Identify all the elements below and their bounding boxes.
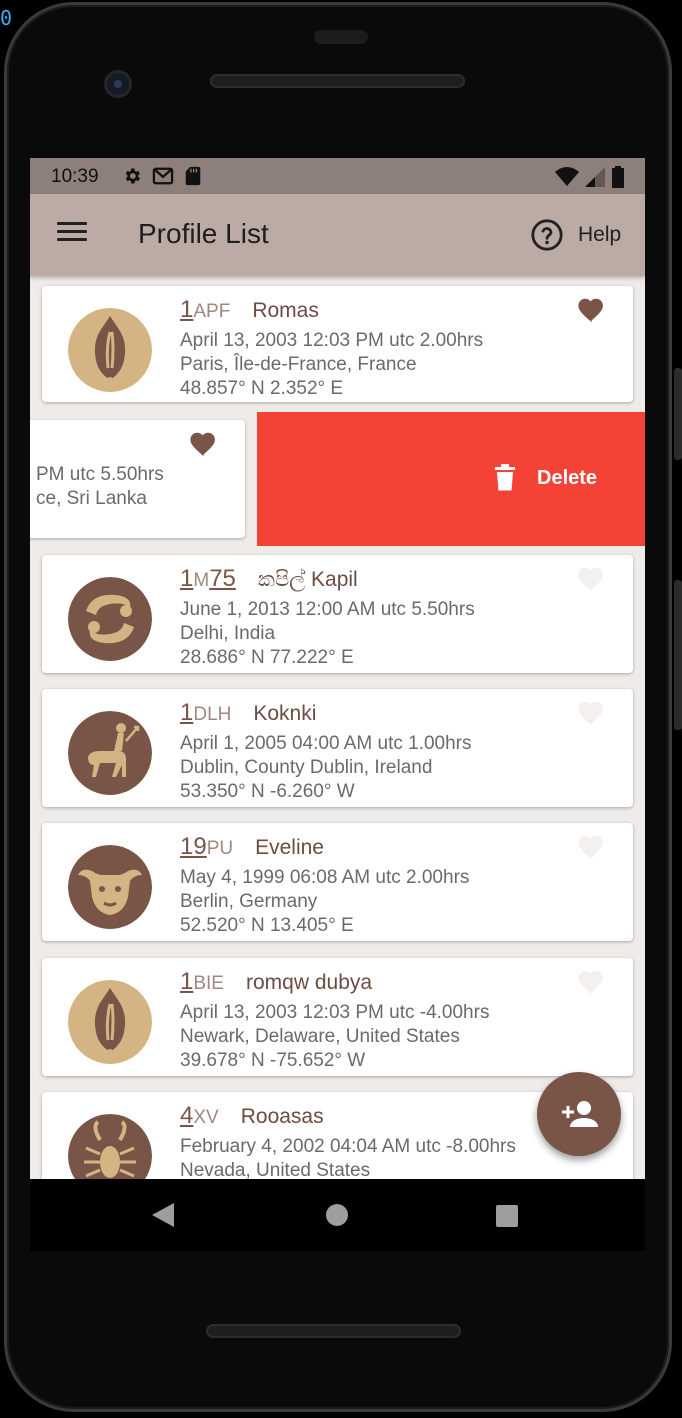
- profile-place: Dublin, County Dublin, Ireland: [180, 757, 433, 778]
- profile-name: කපිල් Kapil: [257, 568, 358, 591]
- profile-code-number[interactable]: 1: [180, 565, 193, 593]
- profile-card[interactable]: 1 BIE romqw dubya April 13, 2003 12:03 P…: [42, 958, 633, 1076]
- scorpio-sign-icon: [68, 1114, 152, 1179]
- corner-glyph: 0: [0, 6, 13, 30]
- profile-code-suffix: DLH: [193, 704, 232, 725]
- front-camera-icon: [104, 70, 132, 98]
- profile-place: Paris, Île-de-France, France: [180, 354, 417, 375]
- profile-code-suffix: M: [193, 570, 210, 591]
- profile-card[interactable]: PM utc 5.50hrs ce, Sri Lanka: [30, 420, 245, 538]
- home-icon[interactable]: [326, 1204, 348, 1226]
- profile-code-number[interactable]: 19: [180, 833, 207, 861]
- profile-place: Newark, Delaware, United States: [180, 1026, 460, 1047]
- profile-name: romqw dubya: [245, 971, 373, 994]
- favorite-heart-icon[interactable]: [187, 428, 221, 458]
- recent-apps-icon[interactable]: [496, 1205, 518, 1227]
- help-button[interactable]: Help: [530, 218, 621, 252]
- profile-code-suffix: XV: [193, 1107, 219, 1128]
- status-time: 10:39: [51, 166, 99, 187]
- swiped-profile-row[interactable]: PM utc 5.50hrs ce, Sri Lanka Delete: [30, 412, 645, 546]
- profile-list[interactable]: 1 APF Romas April 13, 2003 12:03 PM utc …: [30, 276, 645, 1179]
- profile-datetime: February 4, 2002 04:04 AM utc -8.00hrs: [180, 1136, 516, 1157]
- bottom-speaker: [206, 1324, 461, 1338]
- status-bar: 10:39: [30, 158, 645, 194]
- favorite-heart-icon[interactable]: [575, 294, 609, 324]
- profile-card[interactable]: 19 PU Eveline May 4, 1999 06:08 AM utc 2…: [42, 823, 633, 941]
- profile-datetime: PM utc 5.50hrs: [36, 464, 164, 485]
- profile-coords: 48.857° N 2.352° E: [180, 378, 344, 399]
- profile-card[interactable]: 1 APF Romas April 13, 2003 12:03 PM utc …: [42, 286, 633, 402]
- profile-code-suffix: PU: [206, 838, 234, 859]
- profile-code-number[interactable]: 1: [180, 699, 193, 727]
- favorite-heart-icon[interactable]: [575, 563, 609, 593]
- settings-icon: [125, 168, 140, 184]
- profile-code-suffix: APF: [193, 301, 231, 322]
- profile-name: Rooasas: [240, 1105, 324, 1128]
- taurus-sign-icon: [68, 845, 152, 929]
- gmail-icon: [152, 167, 174, 185]
- help-icon: [531, 219, 563, 251]
- page-title: Profile List: [138, 218, 269, 249]
- gemini-sign-icon: [68, 980, 152, 1064]
- profile-coords: 53.350° N -6.260° W: [180, 781, 355, 802]
- profile-code-number[interactable]: 4: [180, 1102, 193, 1130]
- system-navigation-bar: [30, 1179, 645, 1251]
- profile-datetime: April 13, 2003 12:03 PM utc 2.00hrs: [180, 330, 484, 351]
- profile-datetime: May 4, 1999 06:08 AM utc 2.00hrs: [180, 867, 470, 888]
- add-person-icon: [562, 1101, 598, 1127]
- favorite-heart-icon[interactable]: [575, 697, 609, 727]
- delete-button[interactable]: Delete: [257, 412, 645, 546]
- earpiece-speaker: [210, 74, 465, 88]
- add-profile-button[interactable]: [537, 1072, 621, 1156]
- back-icon[interactable]: [152, 1203, 174, 1227]
- sagittarius-sign-icon: [68, 711, 152, 795]
- profile-name: Romas: [252, 299, 319, 322]
- phone-device: 0 10:39 Profile List Help 1 APF Romas Ap…: [0, 0, 682, 1418]
- volume-button: [674, 368, 682, 460]
- app-bar: Profile List Help: [30, 194, 645, 276]
- profile-code-number[interactable]: 75: [209, 565, 236, 593]
- wifi-icon: [555, 167, 579, 186]
- profile-datetime: April 1, 2005 04:00 AM utc 1.00hrs: [180, 733, 472, 754]
- profile-place: Delhi, India: [180, 623, 276, 644]
- sd-card-icon: [185, 166, 201, 186]
- help-label: Help: [578, 223, 622, 246]
- profile-coords: 39.678° N -75.652° W: [180, 1050, 366, 1071]
- profile-code-number[interactable]: 1: [180, 968, 193, 996]
- menu-button[interactable]: [57, 222, 87, 246]
- delete-label: Delete: [537, 466, 598, 489]
- signal-icon: [585, 167, 605, 187]
- battery-icon: [612, 166, 624, 188]
- menu-icon: [57, 222, 87, 225]
- profile-code-suffix: BIE: [193, 973, 224, 994]
- profile-place: Berlin, Germany: [180, 891, 318, 912]
- profile-card[interactable]: 1 M 75 කපිල් Kapil June 1, 2013 12:00 AM…: [42, 555, 633, 673]
- profile-place: Nevada, United States: [180, 1160, 371, 1179]
- cancer-sign-icon: [68, 577, 152, 661]
- profile-place: ce, Sri Lanka: [36, 488, 147, 509]
- profile-datetime: April 13, 2003 12:03 PM utc -4.00hrs: [180, 1002, 490, 1023]
- app-screen: 10:39 Profile List Help 1 APF Romas Apri…: [30, 158, 645, 1179]
- gemini-sign-icon: [68, 308, 152, 392]
- profile-code-number[interactable]: 1: [180, 296, 193, 324]
- profile-datetime: June 1, 2013 12:00 AM utc 5.50hrs: [180, 599, 475, 620]
- trash-icon: [495, 464, 515, 491]
- profile-coords: 28.686° N 77.222° E: [180, 647, 354, 668]
- profile-coords: 52.520° N 13.405° E: [180, 915, 354, 936]
- power-button: [674, 580, 682, 730]
- profile-card[interactable]: 1 DLH Koknki April 1, 2005 04:00 AM utc …: [42, 689, 633, 807]
- favorite-heart-icon[interactable]: [575, 831, 609, 861]
- profile-name: Eveline: [255, 836, 324, 859]
- profile-name: Koknki: [253, 702, 317, 725]
- top-sensor: [314, 30, 368, 44]
- favorite-heart-icon[interactable]: [575, 966, 609, 996]
